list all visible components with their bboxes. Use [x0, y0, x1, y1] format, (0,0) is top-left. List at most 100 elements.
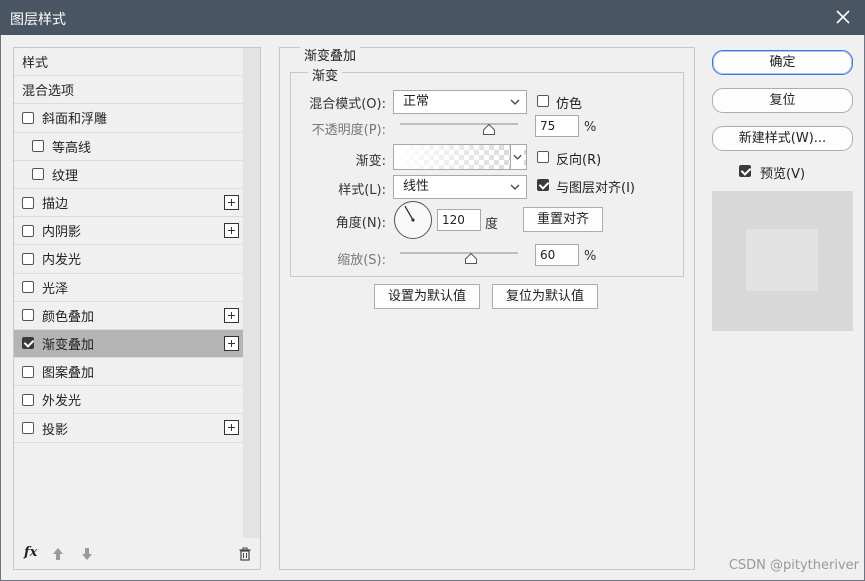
style-value: 线性: [403, 179, 430, 194]
style-item-checkbox[interactable]: [22, 281, 34, 294]
dither-checkbox[interactable]: [537, 95, 549, 107]
style-item-label: 描边: [42, 197, 69, 213]
style-item[interactable]: 内阴影: [14, 217, 243, 246]
style-item-checkbox[interactable]: [22, 309, 34, 322]
style-item[interactable]: 投影: [14, 414, 243, 443]
scale-label: 缩放(S):: [337, 253, 386, 268]
style-item-label: 光泽: [42, 281, 69, 297]
group-title: 渐变: [308, 65, 343, 84]
fx-icon[interactable]: fx: [24, 545, 37, 560]
add-style-icon[interactable]: [224, 223, 239, 239]
style-item-checkbox[interactable]: [22, 111, 34, 124]
style-item[interactable]: 渐变叠加: [14, 329, 243, 359]
chevron-down-icon: [510, 184, 520, 190]
style-item-label: 等高线: [52, 140, 92, 156]
style-item-label: 内发光: [42, 253, 82, 269]
opacity-input[interactable]: 75: [535, 115, 579, 137]
style-item[interactable]: 样式: [14, 48, 243, 77]
watermark: CSDN @pitytheriver: [728, 558, 859, 573]
style-item-label: 外发光: [42, 394, 82, 410]
style-item[interactable]: 光泽: [14, 274, 243, 302]
add-style-icon[interactable]: [224, 335, 239, 351]
align-with-layer-label: 与图层对齐(I): [556, 181, 635, 196]
section-title: 渐变叠加: [300, 45, 361, 64]
gradient-dropdown-icon[interactable]: [510, 145, 524, 169]
style-item-label: 渐变叠加: [42, 337, 95, 353]
scale-input[interactable]: 60: [535, 244, 579, 266]
style-item-checkbox[interactable]: [32, 168, 44, 181]
add-style-icon[interactable]: [224, 307, 239, 323]
align-with-layer-checkbox[interactable]: [537, 179, 549, 191]
ok-button[interactable]: 确定: [712, 50, 853, 75]
title-bar: 图层样式: [0, 0, 865, 35]
chevron-down-icon: [510, 99, 520, 105]
scale-unit: %: [584, 249, 597, 264]
style-item[interactable]: 图案叠加: [14, 358, 243, 387]
opacity-unit: %: [584, 120, 597, 135]
window-title: 图层样式: [10, 12, 66, 28]
opacity-slider-thumb[interactable]: [482, 124, 495, 135]
style-item-label: 混合选项: [22, 84, 75, 100]
style-item[interactable]: 混合选项: [14, 76, 243, 105]
blend-mode-select[interactable]: 正常: [393, 90, 527, 114]
style-item-label: 内阴影: [42, 225, 82, 241]
add-style-icon[interactable]: [224, 420, 239, 436]
styles-footer: fx: [14, 539, 260, 569]
reverse-checkbox[interactable]: [537, 151, 549, 163]
scale-slider-thumb[interactable]: [464, 253, 477, 264]
style-item-label: 图案叠加: [42, 366, 95, 382]
style-item-checkbox[interactable]: [22, 252, 34, 265]
move-up-icon[interactable]: [52, 547, 64, 561]
blend-mode-label: 混合模式(O):: [309, 97, 386, 112]
angle-unit: 度: [485, 217, 499, 232]
style-item[interactable]: 外发光: [14, 386, 243, 415]
new-style-button[interactable]: 新建样式(W)...: [712, 126, 853, 151]
move-down-icon[interactable]: [81, 547, 93, 561]
opacity-label: 不透明度(P):: [311, 123, 386, 138]
styles-panel: 样式混合选项斜面和浮雕等高线纹理描边内阴影内发光光泽颜色叠加渐变叠加图案叠加外发…: [13, 47, 261, 570]
style-item-label: 投影: [42, 422, 69, 438]
style-item[interactable]: 内发光: [14, 245, 243, 274]
angle-input[interactable]: 120: [437, 209, 481, 231]
style-item[interactable]: 纹理: [14, 161, 243, 189]
opacity-slider-track[interactable]: [400, 123, 518, 125]
style-item-label: 斜面和浮雕: [42, 112, 108, 128]
gradient-picker[interactable]: [393, 144, 527, 170]
style-item-checkbox[interactable]: [32, 140, 44, 153]
scale-slider-track[interactable]: [400, 252, 518, 254]
style-item[interactable]: 描边: [14, 189, 243, 218]
dither-label: 仿色: [556, 97, 583, 112]
reverse-label: 反向(R): [556, 153, 602, 168]
style-item-checkbox[interactable]: [22, 337, 34, 350]
style-item-checkbox[interactable]: [22, 196, 34, 209]
angle-label: 角度(N):: [335, 216, 386, 231]
style-label: 样式(L):: [338, 183, 386, 198]
add-style-icon[interactable]: [224, 194, 239, 210]
style-item-label: 纹理: [52, 168, 79, 184]
styles-list: 样式混合选项斜面和浮雕等高线纹理描边内阴影内发光光泽颜色叠加渐变叠加图案叠加外发…: [14, 48, 243, 443]
make-default-button[interactable]: 设置为默认值: [374, 284, 480, 309]
reset-align-button[interactable]: 重置对齐: [523, 207, 603, 232]
angle-dial[interactable]: [394, 201, 432, 239]
style-item-checkbox[interactable]: [22, 365, 34, 378]
trash-icon[interactable]: [238, 547, 252, 561]
style-preview: [712, 191, 853, 331]
styles-scrollbar[interactable]: [243, 48, 260, 538]
style-item-checkbox[interactable]: [22, 393, 34, 406]
style-item[interactable]: 等高线: [14, 133, 243, 161]
style-item[interactable]: 斜面和浮雕: [14, 104, 243, 133]
style-select[interactable]: 线性: [393, 175, 527, 199]
reset-button[interactable]: 复位: [712, 88, 853, 113]
style-item[interactable]: 颜色叠加: [14, 302, 243, 330]
blend-mode-value: 正常: [403, 94, 430, 109]
gradient-label: 渐变:: [355, 154, 386, 169]
style-item-label: 样式: [22, 56, 49, 72]
reset-default-button[interactable]: 复位为默认值: [492, 284, 598, 309]
style-item-checkbox[interactable]: [22, 422, 34, 435]
style-item-checkbox[interactable]: [22, 224, 34, 237]
angle-dial-needle: [404, 205, 415, 222]
style-item-label: 颜色叠加: [42, 309, 95, 325]
style-preview-swatch: [746, 229, 818, 291]
preview-checkbox[interactable]: [739, 165, 751, 177]
close-icon[interactable]: [831, 5, 855, 29]
